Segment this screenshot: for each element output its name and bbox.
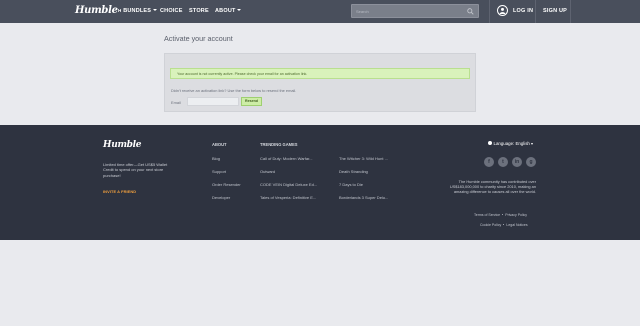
trending-game-link[interactable]: CODE VEIN Digital Deluxe Ed...: [260, 182, 317, 187]
wallet-promo: Limited time offer—Get US$5 Wallet Credi…: [103, 162, 168, 178]
hb-mark-icon: H: [118, 8, 122, 13]
nav-divider: [570, 0, 571, 23]
nav-about-label: ABOUT: [215, 8, 236, 14]
instagram-icon[interactable]: in: [512, 157, 522, 167]
separator-dot: [503, 224, 505, 226]
privacy-policy-link[interactable]: Privacy Policy: [505, 213, 527, 217]
footer-link-developer[interactable]: Developer: [212, 195, 230, 200]
search-icon[interactable]: [467, 8, 474, 15]
nav-about[interactable]: ABOUT: [215, 8, 242, 14]
chevron-down-icon: [530, 142, 533, 145]
twitter-icon[interactable]: t: [498, 157, 508, 167]
search-box[interactable]: Search: [351, 4, 479, 18]
footer: Humble Limited time offer—Get US$5 Walle…: [0, 125, 640, 240]
humble-logo[interactable]: Humble: [75, 5, 118, 16]
resend-button[interactable]: Resend: [241, 97, 262, 106]
trending-game-link[interactable]: Outward: [260, 169, 275, 174]
terms-of-service-link[interactable]: Terms of Service: [474, 213, 500, 217]
chevron-down-icon: [237, 9, 242, 11]
legal-links-row-1: Terms of Service Privacy Policy: [474, 213, 527, 217]
email-field[interactable]: [187, 97, 239, 106]
resend-prompt: Didn't receive an activation link? Use t…: [171, 88, 297, 93]
inactive-account-alert: Your account is not currently active. Pl…: [170, 68, 470, 79]
footer-link-order-resender[interactable]: Order Resender: [212, 182, 241, 187]
footer-logo[interactable]: Humble: [103, 140, 142, 150]
login-button[interactable]: LOG IN: [513, 8, 533, 14]
trending-game-link[interactable]: Borderlands 3 Super Delu...: [339, 195, 388, 200]
language-label: Language: English: [493, 141, 530, 146]
trending-heading: TRENDING GAMES: [260, 142, 298, 147]
language-selector[interactable]: Language: English: [488, 141, 533, 146]
user-icon[interactable]: [497, 5, 508, 16]
google-icon[interactable]: g: [526, 157, 536, 167]
separator-dot: [502, 214, 504, 216]
email-label: Email: [171, 100, 181, 105]
globe-icon: [488, 141, 492, 146]
trending-game-link[interactable]: The Witcher 3: Wild Hunt ...: [339, 156, 388, 161]
trending-game-link[interactable]: Call of Duty: Modern Warfar...: [260, 156, 313, 161]
top-nav: Humble H BUNDLES CHOICE STORE ABOUT Sear…: [0, 0, 640, 23]
footer-link-blog[interactable]: Blog: [212, 156, 220, 161]
cookie-policy-link[interactable]: Cookie Policy: [480, 223, 501, 227]
nav-store[interactable]: STORE: [189, 8, 209, 14]
trending-game-link[interactable]: Death Stranding: [339, 169, 368, 174]
page-title: Activate your account: [164, 34, 233, 43]
activation-panel: Your account is not currently active. Pl…: [164, 53, 476, 112]
signup-button[interactable]: SIGN UP: [543, 8, 567, 14]
search-input[interactable]: Search: [356, 9, 369, 14]
nav-divider: [535, 0, 536, 23]
chevron-down-icon: [152, 9, 157, 11]
nav-bundles-label: BUNDLES: [123, 8, 152, 14]
trending-game-link[interactable]: 7 Days to Die: [339, 182, 363, 187]
nav-divider: [489, 0, 490, 23]
nav-bundles[interactable]: H BUNDLES: [118, 8, 157, 14]
charity-statement: The Humble community has contributed ove…: [449, 179, 536, 195]
legal-links-row-2: Cookie Policy Legal Notices: [480, 223, 528, 227]
facebook-icon[interactable]: f: [484, 157, 494, 167]
about-heading: ABOUT: [212, 142, 227, 147]
alert-text: Your account is not currently active. Pl…: [177, 72, 308, 76]
invite-friend-link[interactable]: INVITE A FRIEND: [103, 189, 136, 194]
legal-notices-link[interactable]: Legal Notices: [506, 223, 527, 227]
footer-link-support[interactable]: Support: [212, 169, 226, 174]
nav-choice[interactable]: CHOICE: [160, 8, 183, 14]
trending-game-link[interactable]: Tales of Vesperia: Definitive E...: [260, 195, 316, 200]
